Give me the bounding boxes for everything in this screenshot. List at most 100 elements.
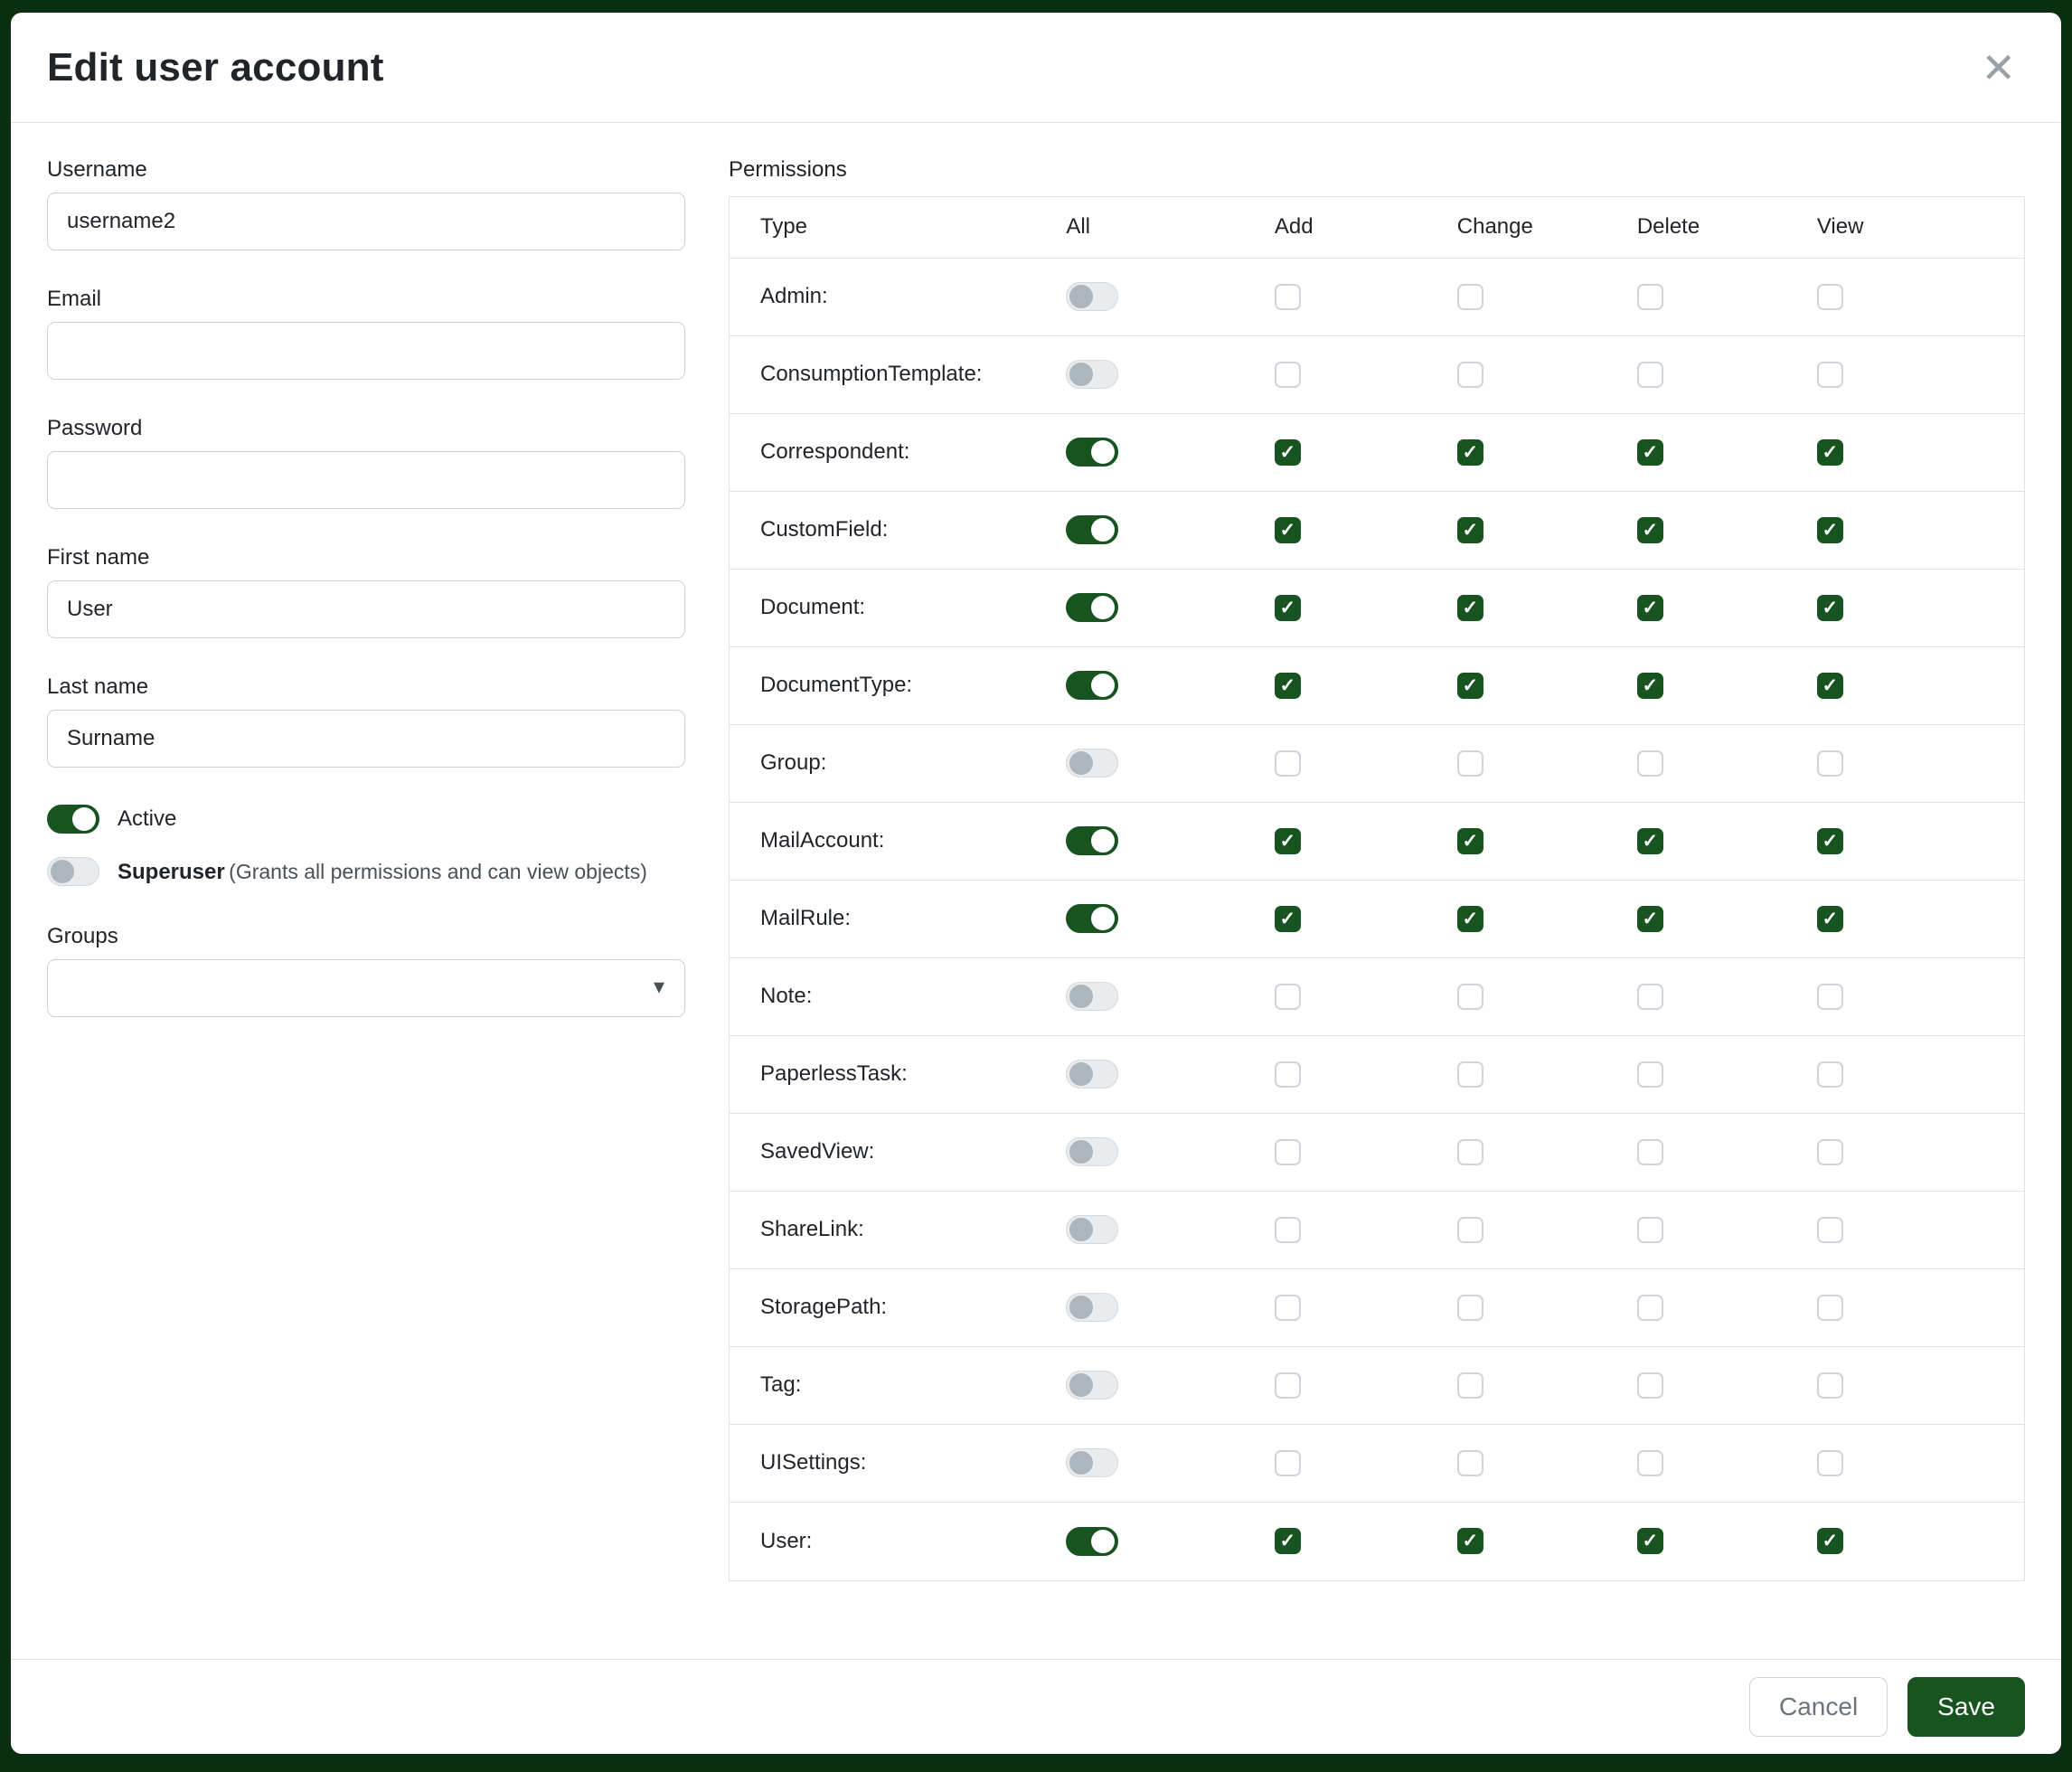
permission-view-checkbox[interactable] [1817,750,1843,777]
permission-all-toggle[interactable] [1066,982,1118,1011]
permission-view-checkbox[interactable] [1817,1450,1843,1476]
close-button[interactable]: ✕ [1975,47,2021,89]
permission-change-checkbox[interactable]: ✓ [1457,673,1483,699]
permission-view-checkbox[interactable] [1817,1295,1843,1321]
permission-add-checkbox[interactable]: ✓ [1275,906,1301,932]
permission-delete-checkbox[interactable] [1637,1372,1663,1399]
permission-add-checkbox[interactable] [1275,362,1301,388]
username-input[interactable] [47,193,685,250]
permission-add-checkbox[interactable]: ✓ [1275,673,1301,699]
permission-all-toggle[interactable] [1066,515,1118,544]
permission-add-checkbox[interactable] [1275,1217,1301,1243]
permission-all-toggle[interactable] [1066,1060,1118,1089]
permission-add-checkbox[interactable] [1275,1061,1301,1088]
permission-delete-checkbox[interactable]: ✓ [1637,828,1663,854]
active-toggle[interactable] [47,805,99,834]
permission-change-checkbox[interactable] [1457,1217,1483,1243]
permission-view-checkbox[interactable] [1817,284,1843,310]
permission-delete-checkbox[interactable] [1637,750,1663,777]
permission-view-checkbox[interactable] [1817,362,1843,388]
permission-view-checkbox[interactable]: ✓ [1817,906,1843,932]
permission-all-toggle[interactable] [1066,360,1118,389]
permission-add-checkbox[interactable]: ✓ [1275,439,1301,466]
permission-all-toggle[interactable] [1066,1137,1118,1166]
permission-all-toggle[interactable] [1066,282,1118,311]
permission-all-toggle[interactable] [1066,593,1118,622]
permission-delete-checkbox[interactable]: ✓ [1637,439,1663,466]
groups-select[interactable]: ▾ [47,959,685,1017]
permission-add-checkbox[interactable]: ✓ [1275,1528,1301,1554]
permission-all-toggle[interactable] [1066,904,1118,933]
permission-change-checkbox[interactable] [1457,1295,1483,1321]
permission-change-checkbox[interactable] [1457,1450,1483,1476]
permission-change-checkbox[interactable] [1457,1372,1483,1399]
permission-delete-checkbox[interactable] [1637,1295,1663,1321]
permission-all-toggle[interactable] [1066,749,1118,778]
permission-delete-checkbox[interactable]: ✓ [1637,673,1663,699]
permission-delete-checkbox[interactable]: ✓ [1637,517,1663,543]
permission-change-checkbox[interactable] [1457,750,1483,777]
permission-change-checkbox[interactable] [1457,984,1483,1010]
permission-change-checkbox[interactable]: ✓ [1457,517,1483,543]
permission-add-checkbox[interactable]: ✓ [1275,517,1301,543]
permission-delete-checkbox[interactable] [1637,362,1663,388]
permission-view-checkbox[interactable]: ✓ [1817,439,1843,466]
permission-all-toggle[interactable] [1066,826,1118,855]
superuser-toggle[interactable] [47,857,99,886]
permission-all-toggle[interactable] [1066,1293,1118,1322]
permission-change-checkbox[interactable]: ✓ [1457,595,1483,621]
permission-delete-checkbox[interactable] [1637,984,1663,1010]
permission-view-checkbox[interactable] [1817,1139,1843,1165]
permission-delete-checkbox[interactable] [1637,1450,1663,1476]
permission-delete-checkbox[interactable] [1637,284,1663,310]
email-field[interactable] [47,322,685,380]
cancel-button[interactable]: Cancel [1749,1677,1888,1737]
permission-add-checkbox[interactable]: ✓ [1275,828,1301,854]
permission-all-toggle[interactable] [1066,1371,1118,1400]
permission-change-checkbox[interactable]: ✓ [1457,828,1483,854]
permission-add-checkbox[interactable]: ✓ [1275,595,1301,621]
permission-delete-checkbox[interactable] [1637,1061,1663,1088]
user-form: Username Email Password First name Last … [47,157,685,1053]
permission-delete-checkbox[interactable] [1637,1217,1663,1243]
permission-change-checkbox[interactable] [1457,284,1483,310]
permission-add-checkbox[interactable] [1275,1295,1301,1321]
permission-add-checkbox[interactable] [1275,1450,1301,1476]
permission-change-checkbox[interactable]: ✓ [1457,439,1483,466]
permission-delete-checkbox[interactable]: ✓ [1637,906,1663,932]
last-name-group: Last name [47,674,685,768]
permission-add-checkbox[interactable] [1275,984,1301,1010]
permission-view-checkbox[interactable]: ✓ [1817,673,1843,699]
permission-view-checkbox[interactable] [1817,1372,1843,1399]
permission-all-toggle[interactable] [1066,1448,1118,1477]
permission-delete-checkbox[interactable]: ✓ [1637,1528,1663,1554]
save-button[interactable]: Save [1907,1677,2025,1737]
permission-view-checkbox[interactable] [1817,1061,1843,1088]
password-field[interactable] [47,451,685,509]
permission-delete-checkbox[interactable] [1637,1139,1663,1165]
first-name-input[interactable] [47,580,685,638]
permission-all-toggle[interactable] [1066,438,1118,467]
permission-all-toggle[interactable] [1066,671,1118,700]
active-label: Active [118,804,176,834]
permission-view-checkbox[interactable]: ✓ [1817,1528,1843,1554]
permission-change-checkbox[interactable] [1457,362,1483,388]
permission-change-checkbox[interactable] [1457,1139,1483,1165]
permission-change-checkbox[interactable]: ✓ [1457,1528,1483,1554]
permission-type-label: UISettings: [760,1450,866,1475]
permission-add-checkbox[interactable] [1275,284,1301,310]
permission-all-toggle[interactable] [1066,1215,1118,1244]
permission-add-checkbox[interactable] [1275,750,1301,777]
permission-add-checkbox[interactable] [1275,1139,1301,1165]
last-name-input[interactable] [47,710,685,768]
permission-all-toggle[interactable] [1066,1527,1118,1556]
permission-view-checkbox[interactable]: ✓ [1817,828,1843,854]
permission-add-checkbox[interactable] [1275,1372,1301,1399]
permission-view-checkbox[interactable]: ✓ [1817,517,1843,543]
permission-change-checkbox[interactable] [1457,1061,1483,1088]
permission-view-checkbox[interactable]: ✓ [1817,595,1843,621]
permission-view-checkbox[interactable] [1817,984,1843,1010]
permission-change-checkbox[interactable]: ✓ [1457,906,1483,932]
permission-delete-checkbox[interactable]: ✓ [1637,595,1663,621]
permission-view-checkbox[interactable] [1817,1217,1843,1243]
